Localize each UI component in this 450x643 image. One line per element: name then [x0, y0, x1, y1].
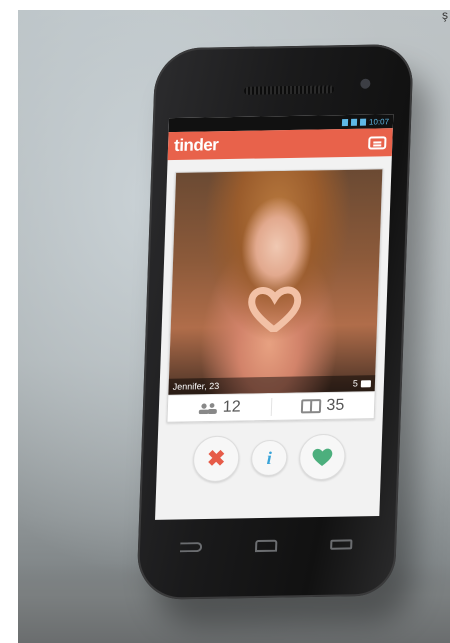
heart-icon [312, 448, 333, 467]
like-button[interactable] [298, 433, 347, 481]
interests-stat[interactable]: 35 [270, 396, 375, 416]
camera-icon [360, 380, 372, 388]
front-camera [360, 78, 371, 89]
mutual-friends-stat[interactable]: 12 [168, 398, 271, 418]
profile-photo[interactable]: Jennifer, 23 5 [168, 169, 383, 395]
phone-device: 10:07 tinder Jennifer, 23 5 12 35 ✖ i [136, 43, 414, 601]
x-icon: ✖ [206, 445, 226, 472]
profile-stats: 12 35 [167, 391, 375, 422]
back-icon[interactable] [180, 541, 203, 553]
info-icon: i [266, 447, 273, 468]
profile-name-age: Jennifer, 23 [172, 380, 220, 392]
corner-text: ş [442, 10, 448, 22]
reject-button[interactable]: ✖ [192, 435, 241, 483]
wifi-icon [341, 118, 349, 126]
info-button[interactable]: i [250, 439, 288, 477]
app-header: tinder [167, 128, 393, 161]
android-nav-bar [154, 530, 379, 562]
home-icon[interactable] [254, 539, 278, 553]
recent-apps-icon[interactable] [329, 539, 353, 550]
battery-icon [359, 118, 367, 126]
mutual-friends-count: 12 [222, 398, 241, 416]
friends-icon [198, 403, 217, 415]
signal-icon [350, 118, 358, 126]
action-buttons: ✖ i [156, 433, 382, 483]
phone-screen: 10:07 tinder Jennifer, 23 5 12 35 ✖ i [155, 114, 394, 520]
book-icon [301, 399, 322, 414]
interests-count: 35 [326, 396, 345, 414]
heart-hands-image [248, 286, 302, 333]
photo-count: 5 [353, 378, 372, 389]
earpiece-speaker [243, 85, 335, 95]
status-time: 10:07 [368, 116, 390, 127]
app-logo[interactable]: tinder [174, 133, 369, 156]
background-scene: 10:07 tinder Jennifer, 23 5 12 35 ✖ i ş [18, 10, 450, 643]
chat-icon[interactable] [368, 135, 387, 150]
profile-card[interactable]: Jennifer, 23 5 12 35 [166, 168, 384, 423]
